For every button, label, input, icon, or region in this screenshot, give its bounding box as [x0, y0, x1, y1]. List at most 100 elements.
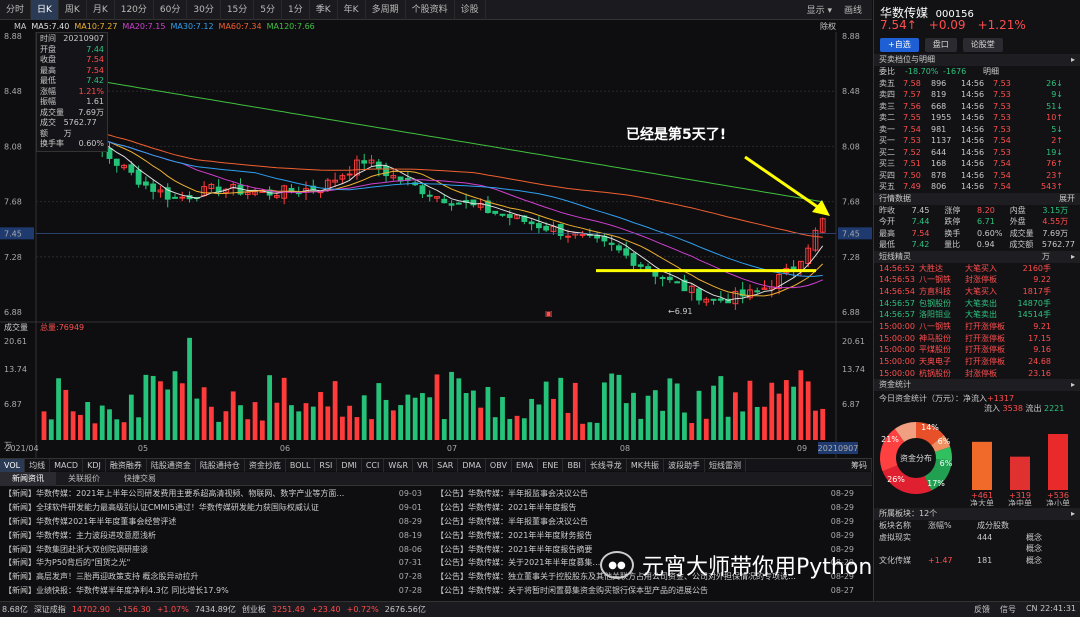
tick-row[interactable]: 15:00:00 平煤股份 打开涨停板 9.16 — [874, 344, 1080, 356]
news-item[interactable]: 【新闻】华数传媒2021年半年度董事会经营评述 08-29 — [4, 515, 436, 529]
tick-row[interactable]: 14:56:53 八一钢铁 封涨停板 9.22 — [874, 274, 1080, 286]
tick-row[interactable]: 14:56:52 大胜达 大笔买入 2160手 — [874, 263, 1080, 275]
news-item[interactable]: 【公告】华数传媒：2021年半年度财务报告 08-29 — [436, 529, 868, 543]
indicator-tab[interactable]: VOL — [0, 458, 26, 472]
toolbar-tab[interactable]: 诊股 — [455, 0, 486, 20]
toolbar-tab[interactable]: 季K — [310, 0, 338, 20]
stock-button[interactable]: 盘口 — [924, 38, 957, 52]
news-item[interactable]: 【公告】华数传媒：半年报监事会决议公告 08-29 — [436, 487, 868, 501]
news-item[interactable]: 【新闻】高层发声！三胎再迎政策支持 概念股异动拉升 07-28 — [4, 570, 436, 584]
indicator-tab[interactable]: OBV — [486, 458, 512, 472]
indicator-tab[interactable]: 资金抄底 — [245, 458, 286, 472]
toolbar-tab[interactable]: 30分 — [187, 0, 221, 20]
tick-row[interactable]: 14:56:54 方直科技 大笔买入 1817手 — [874, 286, 1080, 298]
indicator-tab[interactable]: BOLL — [286, 458, 316, 472]
news-title[interactable]: 【新闻】华为P50背后的"国货之光" — [4, 556, 390, 570]
indicator-tab[interactable]: KDJ — [83, 458, 106, 472]
expand-icon[interactable]: ▸ — [1071, 379, 1075, 391]
toolbar-tab[interactable]: 60分 — [154, 0, 188, 20]
tick-row[interactable]: 14:56:57 包钢股份 大笔卖出 14870手 — [874, 298, 1080, 310]
indicator-tab[interactable]: 陆股通资金 — [147, 458, 196, 472]
kline-chart[interactable]: ←6.91 ▣ 8.88 8.88 8.48 8.48 8.08 8.08 7.68 7.68 7… — [0, 32, 872, 458]
indicator-tab[interactable]: EMA — [512, 458, 539, 472]
news-title[interactable]: 【公告】华数传媒：2021年半年度财务报告 — [436, 529, 822, 543]
indicator-tab[interactable]: 融资融券 — [106, 458, 147, 472]
sector-row[interactable]: 概念 — [874, 543, 1080, 555]
news-item[interactable]: 【新闻】华为P50背后的"国货之光" 07-31 — [4, 556, 436, 570]
toolbar-tab[interactable]: 多周期 — [366, 0, 406, 20]
indicator-tab[interactable]: ENE — [538, 458, 564, 472]
toolbar-tab[interactable]: 日K — [31, 0, 59, 20]
stock-button[interactable]: +自选 — [880, 38, 919, 52]
indicator-tab[interactable]: 短线雷测 — [705, 458, 746, 472]
news-item[interactable]: 【公告】华数传媒：半年报董事会决议公告 08-29 — [436, 515, 868, 529]
status-right-item[interactable]: 信号 — [1000, 604, 1016, 615]
indicator-tab[interactable]: RSI — [315, 458, 338, 472]
indicator-tab[interactable]: BBI — [563, 458, 586, 472]
news-title[interactable]: 【公告】华数传媒：关于将暂时闲置募集资金购买银行保本型产品的进展公告 — [436, 584, 822, 598]
expand-icon[interactable]: ▸ — [1071, 251, 1075, 263]
news-title[interactable]: 【新闻】全球软件研发能力最高级别认证CMMI5通过！华数传媒研发能力获国际权威认… — [4, 501, 390, 515]
toolbar-tab[interactable]: 120分 — [115, 0, 154, 20]
expand-link[interactable]: 展开 — [1059, 193, 1075, 205]
indicator-tab[interactable]: SAR — [433, 458, 459, 472]
toolbar-right-item[interactable]: 画线 — [844, 3, 862, 16]
indicator-tab[interactable]: DMI — [337, 458, 362, 472]
indicator-tab[interactable]: 波段助手 — [664, 458, 705, 472]
news-title[interactable]: 【新闻】业绩快报：华数传媒半年度净利4.3亿 同比增长17.9% — [4, 584, 390, 598]
news-title[interactable]: 【公告】华数传媒：2021年半年度报告 — [436, 501, 822, 515]
news-item[interactable]: 【公告】华数传媒：关于将暂时闲置募集资金购买银行保本型产品的进展公告 08-27 — [436, 584, 868, 598]
toolbar-tab[interactable]: 分时 — [0, 0, 32, 20]
news-title[interactable]: 【公告】华数传媒：半年报董事会决议公告 — [436, 515, 822, 529]
toolbar-tab[interactable]: 5分 — [254, 0, 283, 20]
indicator-tab[interactable]: MK共振 — [627, 458, 664, 472]
indicator-tab[interactable]: MACD — [50, 458, 84, 472]
indicator-tab[interactable]: VR — [413, 458, 434, 472]
tick-row[interactable]: 15:00:00 神马股份 打开涨停板 17.15 — [874, 333, 1080, 345]
news-item[interactable]: 【新闻】华数传媒：主力波段进攻意愿浅析 08-19 — [4, 529, 436, 543]
indicator-tab[interactable]: 陆股通持仓 — [196, 458, 245, 472]
news-item[interactable]: 【新闻】全球软件研发能力最高级别认证CMMI5通过！华数传媒研发能力获国际权威认… — [4, 501, 436, 515]
tick-row[interactable]: 14:56:57 洛阳钼业 大笔卖出 14514手 — [874, 309, 1080, 321]
toolbar-tab[interactable]: 月K — [87, 0, 115, 20]
volume-bar — [201, 387, 207, 440]
adjust-label[interactable]: 除权 — [820, 21, 836, 32]
expand-icon[interactable]: ▸ — [1071, 508, 1075, 520]
chips-button[interactable]: 筹码 — [847, 458, 872, 472]
toolbar-tab[interactable]: 周K — [59, 0, 87, 20]
toolbar-tab[interactable]: 15分 — [221, 0, 255, 20]
tick-row[interactable]: 15:00:00 杭锅股份 封涨停板 23.16 — [874, 368, 1080, 380]
candle-body — [346, 173, 353, 176]
status-right-item[interactable]: CN 22:41:31 — [1026, 604, 1076, 615]
stock-button[interactable]: 论股堂 — [962, 38, 1003, 52]
toolbar-right-item[interactable]: 显示 ▾ — [807, 3, 832, 16]
news-item[interactable]: 【新闻】华数集团赴浙大双创院调研座谈 08-06 — [4, 543, 436, 557]
sector-row[interactable]: 文化传媒 +1.47 181 概念 — [874, 555, 1080, 567]
toolbar-tab[interactable]: 年K — [338, 0, 366, 20]
indicator-tab[interactable]: 长线寻龙 — [586, 458, 627, 472]
news-title[interactable]: 【新闻】华数集团赴浙大双创院调研座谈 — [4, 543, 390, 557]
news-title[interactable]: 【新闻】高层发声！三胎再迎政策支持 概念股异动拉升 — [4, 570, 390, 584]
news-tab[interactable]: 快捷交易 — [112, 472, 168, 486]
candle-body — [172, 196, 178, 199]
indicator-tab[interactable]: CCI — [362, 458, 385, 472]
news-title[interactable]: 【新闻】华数传媒2021年半年度董事会经营评述 — [4, 515, 390, 529]
sector-row[interactable]: 虚拟现实 444 概念 — [874, 532, 1080, 544]
toolbar-tab[interactable]: 1分 — [282, 0, 310, 20]
indicator-tab[interactable]: 均线 — [25, 458, 51, 472]
indicator-tab[interactable]: W&R — [384, 458, 414, 472]
news-item[interactable]: 【新闻】业绩快报：华数传媒半年度净利4.3亿 同比增长17.9% 07-28 — [4, 584, 436, 598]
news-item[interactable]: 【公告】华数传媒：2021年半年度报告 08-29 — [436, 501, 868, 515]
news-title[interactable]: 【公告】华数传媒：半年报监事会决议公告 — [436, 487, 822, 501]
news-title[interactable]: 【新闻】华数传媒：主力波段进攻意愿浅析 — [4, 529, 390, 543]
status-right-item[interactable]: 反馈 — [974, 604, 990, 615]
news-tab[interactable]: 新闻资讯 — [0, 471, 56, 486]
tick-row[interactable]: 15:00:00 八一钢铁 打开涨停板 9.21 — [874, 321, 1080, 333]
tick-row[interactable]: 15:00:00 天奥电子 打开涨停板 24.68 — [874, 356, 1080, 368]
news-tab[interactable]: 关联报价 — [56, 472, 112, 486]
news-title[interactable]: 【新闻】华数传媒：2021年上半年公司研发费用主要系超高清视频、物联网、数字产业… — [4, 487, 390, 501]
expand-icon[interactable]: ▸ — [1071, 54, 1075, 66]
toolbar-tab[interactable]: 个股资料 — [406, 0, 455, 20]
indicator-tab[interactable]: DMA — [458, 458, 486, 472]
news-item[interactable]: 【新闻】华数传媒：2021年上半年公司研发费用主要系超高清视频、物联网、数字产业… — [4, 487, 436, 501]
